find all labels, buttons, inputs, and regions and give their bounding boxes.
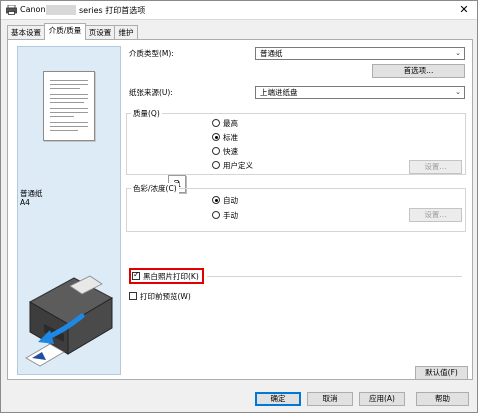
color-group-title: 色彩/浓度(C) [131,183,179,194]
preview-before-print-checkbox[interactable] [129,292,137,300]
paper-source-label: 纸张来源(U): [129,88,173,97]
media-preferences-button[interactable]: 首选项... [372,64,465,78]
window-title: series 打印首选项 [79,6,146,15]
preview-paper-size: A4 [20,198,30,207]
media-type-label: 介质类型(M): [129,49,174,58]
quality-option-label: 快速 [223,147,238,156]
radio-button[interactable] [212,147,220,155]
radio-button[interactable] [212,196,220,204]
quality-option-label: 用户定义 [223,161,253,170]
tab-media-quality[interactable]: 介质/质量 [44,23,86,40]
ok-button[interactable]: 确定 [255,392,301,406]
media-type-select[interactable]: 普通纸 ⌄ [255,47,465,60]
radio-button[interactable] [212,161,220,169]
radio-button[interactable] [212,211,220,219]
tab-panel: 普通纸 A4 介质类型(M): 普通纸 ⌄ 首选项... 纸张来源(U): 上端… [7,39,473,380]
quality-option-label: 标准 [223,133,238,142]
color-option-label: 自动 [223,196,238,205]
quality-group-title: 质量(Q) [131,108,162,119]
radio-button[interactable] [212,119,220,127]
print-preferences-window: Canon series 打印首选项 ✕ 基本设置 介质/质量 页设置 维护 普… [0,0,478,413]
printer-app-icon [6,5,17,15]
media-type-value: 普通纸 [260,49,283,58]
redacted-model-name [46,5,76,15]
grayscale-checkbox[interactable] [132,270,140,280]
printer-illustration-icon [25,275,114,367]
tab-maintenance[interactable]: 维护 [114,25,138,40]
color-option-label: 手动 [223,211,238,220]
paper-source-select[interactable]: 上端进纸盘 ⌄ [255,86,465,99]
settings-preview-pane: 普通纸 A4 [17,46,121,375]
cancel-button[interactable]: 取消 [307,392,353,406]
help-button[interactable]: 帮助 [416,392,469,406]
quality-settings-button[interactable]: 设置... [409,160,462,174]
color-settings-button[interactable]: 设置... [409,208,462,222]
title-bar: Canon series 打印首选项 ✕ [1,1,477,20]
paper-preview [43,71,95,141]
tab-page-setup[interactable]: 页设置 [85,25,115,40]
apply-button[interactable]: 应用(A) [359,392,405,406]
close-button[interactable]: ✕ [457,3,471,17]
window-title-brand: Canon [20,5,46,14]
divider [207,276,462,277]
preview-before-print-label: 打印前预览(W) [140,292,191,301]
defaults-button[interactable]: 默认值(F) [415,366,468,380]
quality-option-label: 最高 [223,119,238,128]
chevron-down-icon: ⌄ [455,49,461,57]
paper-source-value: 上端进纸盘 [260,88,298,97]
chevron-down-icon: ⌄ [455,88,461,96]
tab-basic-settings[interactable]: 基本设置 [7,25,45,40]
grayscale-label: 黑白照片打印(K) [143,272,199,281]
radio-button[interactable] [212,133,220,141]
